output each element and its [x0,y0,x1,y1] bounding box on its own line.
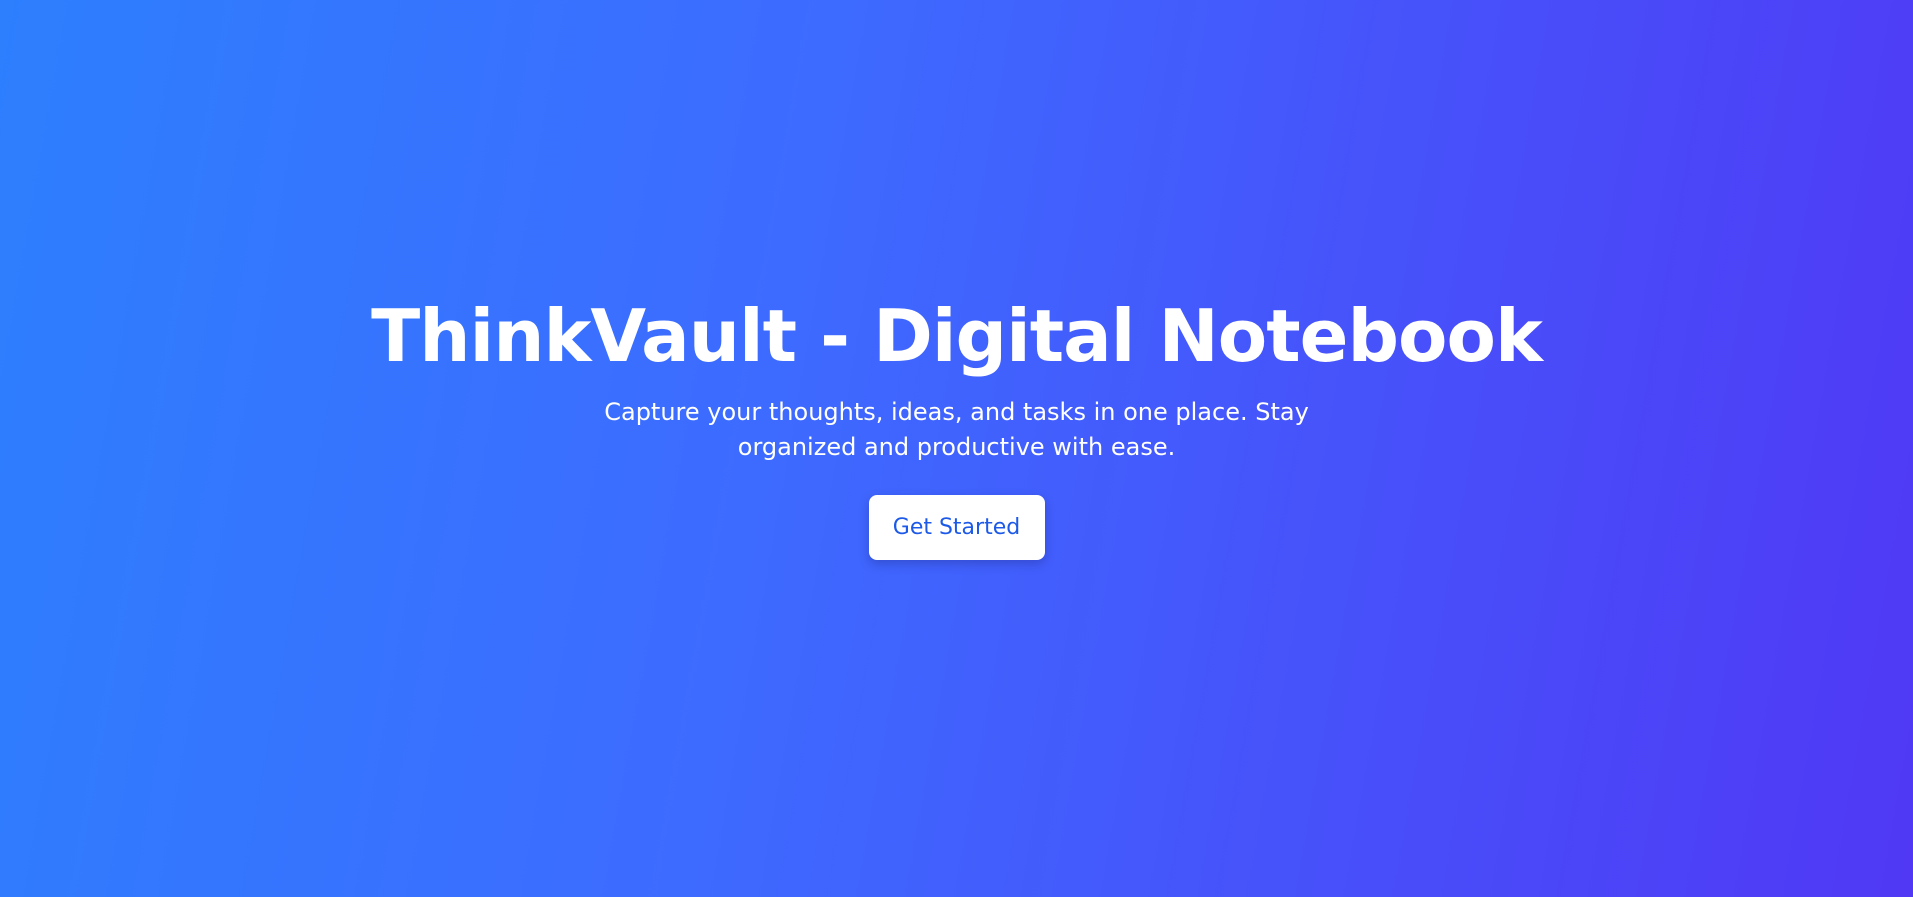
hero-subtitle: Capture your thoughts, ideas, and tasks … [604,397,1309,461]
get-started-button[interactable]: Get Started [868,494,1045,560]
hero-section: ThinkVault - Digital Notebook Capture yo… [0,0,1913,897]
page-title: ThinkVault - Digital Notebook [371,294,1543,379]
